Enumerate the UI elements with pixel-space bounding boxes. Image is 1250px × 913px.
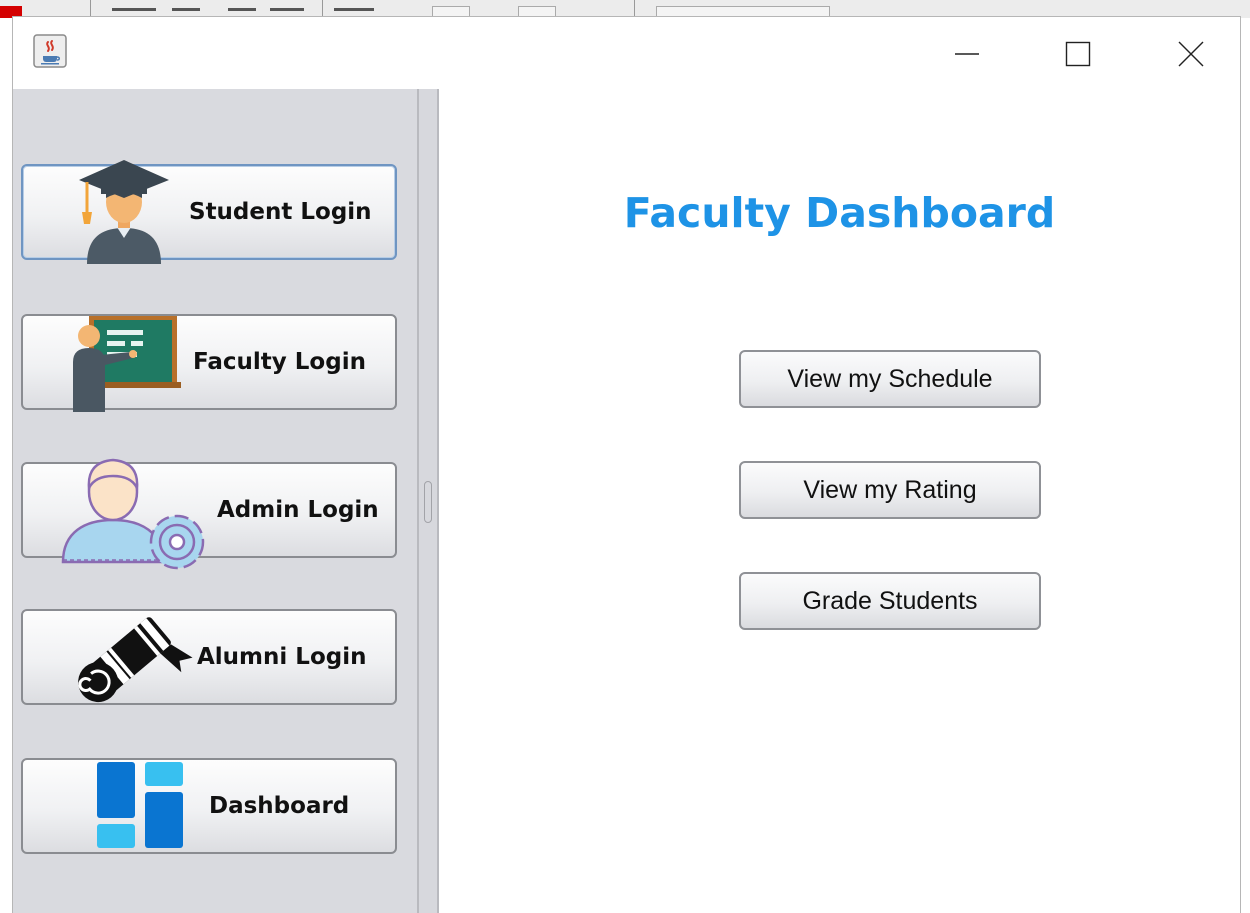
background-toolbar-item	[112, 8, 156, 11]
maximize-button[interactable]	[1050, 31, 1106, 77]
alumni-login-label: Alumni Login	[197, 644, 367, 670]
faculty-login-label: Faculty Login	[193, 349, 366, 375]
page-title: Faculty Dashboard	[623, 189, 1056, 237]
admin-login-button[interactable]: Admin Login	[21, 458, 397, 570]
diploma-scroll-icon	[78, 617, 193, 703]
faculty-login-button[interactable]: Faculty Login	[21, 314, 397, 412]
background-separator	[634, 0, 635, 16]
grade-students-button[interactable]: Grade Students	[739, 572, 1041, 630]
background-separator	[322, 0, 323, 16]
java-coffee-cup-icon[interactable]	[33, 34, 67, 68]
student-login-button[interactable]: Student Login	[21, 160, 397, 264]
splitter-grip[interactable]	[424, 481, 432, 523]
view-schedule-button[interactable]: View my Schedule	[739, 350, 1041, 408]
alumni-login-button[interactable]: Alumni Login	[21, 609, 397, 705]
background-toolbar-item	[334, 8, 374, 11]
app-window: Student Login Faculty Login Admin Login …	[12, 16, 1241, 913]
background-toolbar-item	[270, 8, 304, 11]
minimize-button[interactable]	[939, 31, 995, 77]
split-pane-divider[interactable]	[417, 89, 439, 913]
sidebar: Student Login Faculty Login Admin Login …	[13, 89, 417, 913]
close-button[interactable]	[1163, 31, 1219, 77]
admin-gear-icon	[61, 458, 205, 570]
background-separator	[90, 0, 91, 16]
teacher-chalkboard-icon	[73, 316, 181, 412]
dashboard-tiles-icon	[97, 762, 183, 848]
admin-login-label: Admin Login	[217, 497, 379, 523]
background-toolbar-item	[228, 8, 256, 11]
title-bar	[13, 17, 1240, 90]
minimize-icon	[955, 53, 979, 55]
graduate-icon	[79, 160, 169, 264]
dashboard-label: Dashboard	[209, 793, 350, 819]
main-panel: Faculty Dashboard View my Schedule View …	[439, 89, 1240, 913]
maximize-icon	[1065, 41, 1091, 67]
student-login-label: Student Login	[189, 199, 372, 225]
close-icon	[1178, 41, 1204, 67]
background-toolbar-item	[172, 8, 200, 11]
view-rating-button[interactable]: View my Rating	[739, 461, 1041, 519]
dashboard-button[interactable]: Dashboard	[21, 758, 397, 854]
